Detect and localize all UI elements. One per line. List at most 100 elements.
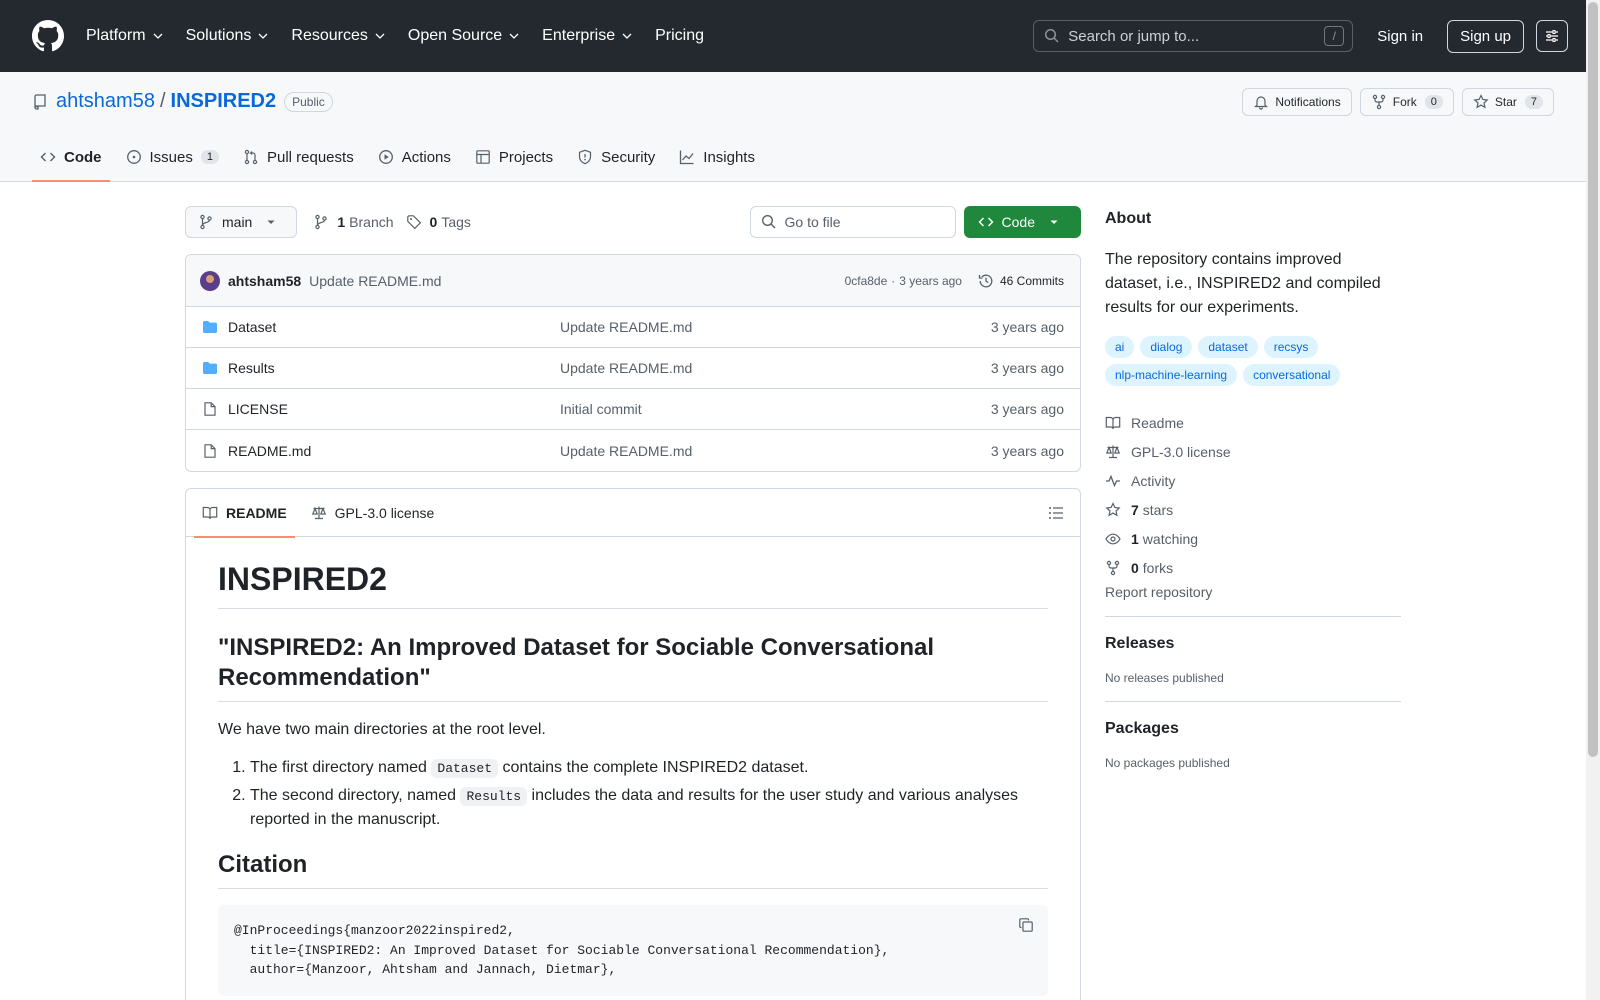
- git-branch-icon: [200, 214, 212, 230]
- license-tab[interactable]: GPL-3.0 license: [303, 489, 443, 537]
- notifications-button[interactable]: Notifications: [1242, 88, 1352, 116]
- nav-open-source[interactable]: Open Source: [408, 27, 520, 45]
- readme-tabs: README GPL-3.0 license: [186, 489, 1080, 538]
- file-name[interactable]: Results: [228, 360, 560, 376]
- law-icon: [311, 506, 326, 519]
- file-row[interactable]: README.md Update README.md 3 years ago: [186, 430, 1080, 471]
- list-unordered-icon[interactable]: [1048, 505, 1064, 521]
- license-link[interactable]: GPL-3.0 license: [1105, 437, 1401, 466]
- packages-heading[interactable]: Packages: [1105, 720, 1401, 738]
- file-commit-message[interactable]: Update README.md: [560, 319, 991, 335]
- tab-issues-count: 1: [200, 150, 219, 164]
- tab-actions[interactable]: Actions: [370, 133, 459, 181]
- code-dropdown-button[interactable]: Code: [963, 206, 1081, 238]
- commit-hash[interactable]: 0cfa8de: [845, 274, 888, 288]
- file-commit-message[interactable]: Update README.md: [560, 443, 991, 459]
- history-icon: [978, 274, 993, 287]
- readme-list: The first directory named Dataset contai…: [218, 756, 1048, 832]
- releases-empty-text: No releases published: [1105, 671, 1401, 702]
- tab-issues[interactable]: Issues 1: [118, 133, 227, 181]
- watching-link[interactable]: 1 watching: [1105, 524, 1401, 553]
- readme-tab[interactable]: README: [194, 489, 295, 538]
- menu-button[interactable]: [1536, 20, 1568, 52]
- readme-link[interactable]: Readme: [1105, 408, 1401, 437]
- topic-tag[interactable]: dialog: [1140, 336, 1193, 358]
- sliders-icon: [1546, 30, 1558, 42]
- copy-icon[interactable]: [1018, 917, 1034, 933]
- readme-subtitle: "INSPIRED2: An Improved Dataset for Soci…: [218, 633, 1048, 702]
- commits-history-link[interactable]: 46 Commits: [978, 273, 1064, 289]
- file-row[interactable]: Dataset Update README.md 3 years ago: [186, 307, 1080, 348]
- list-item-text: The first directory named: [250, 759, 432, 776]
- sign-up-button[interactable]: Sign up: [1447, 19, 1524, 53]
- topic-tag[interactable]: dataset: [1198, 336, 1258, 358]
- tab-security[interactable]: Security: [569, 133, 663, 181]
- topic-tag[interactable]: recsys: [1263, 336, 1319, 358]
- tab-insights[interactable]: Insights: [671, 133, 763, 181]
- github-logo-icon[interactable]: [32, 20, 64, 52]
- repo-actions: Notifications Fork 0 Star 7: [1234, 88, 1554, 116]
- bell-icon: [1254, 96, 1269, 110]
- branch-selector[interactable]: main: [185, 206, 298, 238]
- tab-issues-label: Issues: [149, 148, 193, 166]
- sidebar: About The repository contains improved d…: [1105, 206, 1401, 786]
- file-name[interactable]: Dataset: [228, 319, 560, 335]
- tab-code[interactable]: Code: [32, 133, 110, 182]
- commit-message[interactable]: Update README.md: [309, 273, 441, 289]
- tab-insights-label: Insights: [703, 148, 755, 166]
- readme-tab-label: README: [226, 504, 287, 521]
- shield-icon: [578, 149, 592, 165]
- tab-projects-label: Projects: [498, 148, 554, 166]
- main-column: main 1 Branch 0 Tags Go to file Code aht…: [185, 206, 1081, 1000]
- tag-icon: [406, 215, 421, 230]
- scrollbar-thumb[interactable]: [1588, 2, 1598, 757]
- readme-link-label: Readme: [1131, 414, 1184, 431]
- nav-pricing[interactable]: Pricing: [655, 27, 704, 45]
- report-repository-link[interactable]: Report repository: [1105, 584, 1401, 617]
- citation-code-block: @InProceedings{manzoor2022inspired2, tit…: [218, 905, 1048, 996]
- fork-label: Fork: [1392, 95, 1417, 109]
- file-commit-message[interactable]: Initial commit: [560, 401, 991, 417]
- repo-name-link[interactable]: INSPIRED2: [171, 90, 277, 113]
- topic-tag[interactable]: ai: [1105, 336, 1135, 358]
- star-icon: [1105, 501, 1121, 516]
- tab-pull-requests[interactable]: Pull requests: [235, 133, 362, 181]
- go-to-file-placeholder: Go to file: [784, 214, 841, 230]
- topic-tag[interactable]: nlp-machine-learning: [1105, 364, 1238, 386]
- nav-enterprise[interactable]: Enterprise: [542, 27, 633, 45]
- nav-resources[interactable]: Resources: [291, 27, 385, 45]
- global-search-input[interactable]: Search or jump to... /: [1033, 20, 1354, 52]
- branches-link[interactable]: 1 Branch: [313, 214, 394, 230]
- repo-tabs: Code Issues 1 Pull requests Actions Proj…: [32, 133, 771, 182]
- nav-solutions[interactable]: Solutions: [186, 27, 270, 45]
- forks-link[interactable]: 0 forks: [1105, 553, 1401, 582]
- chevron-down-icon: [258, 33, 268, 39]
- avatar[interactable]: [200, 270, 220, 291]
- latest-commit: ahtsham58 Update README.md 0cfa8de · 3 y…: [186, 255, 1080, 307]
- releases-heading[interactable]: Releases: [1105, 635, 1401, 653]
- list-item: The second directory, named Results incl…: [250, 784, 1048, 832]
- stars-link[interactable]: 7 stars: [1105, 495, 1401, 524]
- tags-link[interactable]: 0 Tags: [406, 214, 471, 230]
- star-button[interactable]: Star 7: [1461, 88, 1554, 116]
- nav-platform[interactable]: Platform: [86, 27, 164, 45]
- tab-pull-requests-label: Pull requests: [266, 148, 354, 166]
- activity-link-label: Activity: [1131, 472, 1176, 489]
- activity-link[interactable]: Activity: [1105, 466, 1401, 495]
- tab-projects[interactable]: Projects: [467, 133, 561, 181]
- file-commit-message[interactable]: Update README.md: [560, 360, 991, 376]
- file-name[interactable]: LICENSE: [228, 401, 560, 417]
- chevron-down-icon: [153, 33, 163, 39]
- list-item: The first directory named Dataset contai…: [250, 756, 1048, 780]
- commit-author[interactable]: ahtsham58: [228, 273, 301, 289]
- file-row[interactable]: LICENSE Initial commit 3 years ago: [186, 389, 1080, 430]
- file-row[interactable]: Results Update README.md 3 years ago: [186, 348, 1080, 389]
- topic-tag[interactable]: conversational: [1243, 364, 1341, 386]
- page-scrollbar[interactable]: [1586, 0, 1600, 1000]
- file-name[interactable]: README.md: [228, 443, 560, 459]
- repo-owner-link[interactable]: ahtsham58: [56, 90, 155, 113]
- sign-in-link[interactable]: Sign in: [1377, 28, 1423, 45]
- fork-button[interactable]: Fork 0: [1359, 88, 1454, 116]
- commit-meta: 0cfa8de · 3 years ago 46 Commits: [845, 273, 1064, 289]
- go-to-file-input[interactable]: Go to file: [749, 206, 956, 238]
